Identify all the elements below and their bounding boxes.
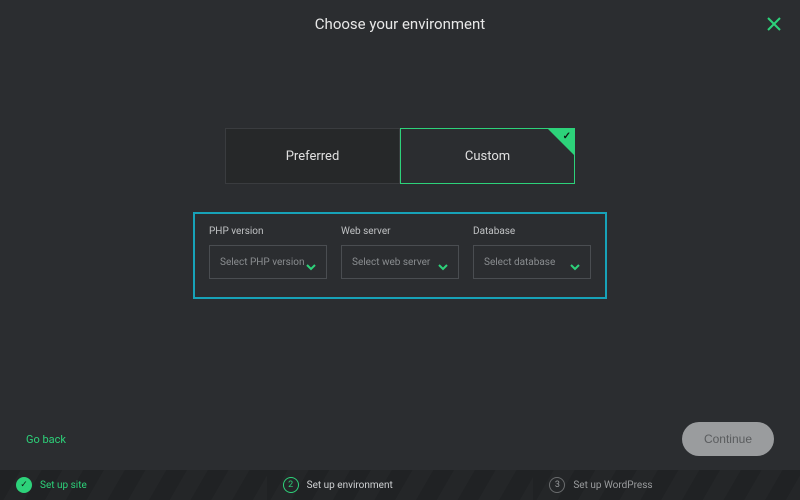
tab-custom[interactable]: Custom ✓ [400,128,575,184]
step-label: Set up site [40,480,87,491]
web-server-column: Web server Select web server [341,226,459,279]
chevron-down-icon [306,257,316,267]
close-icon [766,16,782,32]
web-server-label: Web server [341,226,459,237]
select-placeholder: Select web server [352,257,430,268]
tab-label: Preferred [286,149,340,164]
database-label: Database [473,226,591,237]
main-content: Preferred Custom ✓ PHP version Select PH… [0,48,800,299]
footer-actions: Go back Continue [0,422,800,456]
chevron-down-icon [570,257,580,267]
close-button[interactable] [764,14,784,34]
select-placeholder: Select PHP version [220,257,304,268]
step-setup-site[interactable]: ✓ Set up site [0,470,267,500]
php-version-label: PHP version [209,226,327,237]
step-number-icon: 3 [549,477,565,493]
step-setup-wordpress[interactable]: 3 Set up WordPress [533,470,800,500]
page-title: Choose your environment [315,15,485,33]
php-version-column: PHP version Select PHP version [209,226,327,279]
progress-stepper: ✓ Set up site 2 Set up environment 3 Set… [0,470,800,500]
go-back-link[interactable]: Go back [26,433,66,446]
select-placeholder: Select database [484,257,555,268]
database-column: Database Select database [473,226,591,279]
tab-label: Custom [465,149,510,164]
continue-button[interactable]: Continue [682,422,774,456]
check-icon: ✓ [16,477,32,493]
database-select[interactable]: Select database [473,245,591,279]
chevron-down-icon [438,257,448,267]
environment-tabs: Preferred Custom ✓ [225,128,575,184]
check-icon: ✓ [563,131,571,142]
php-version-select[interactable]: Select PHP version [209,245,327,279]
config-panel: PHP version Select PHP version Web serve… [193,212,607,299]
step-label: Set up WordPress [573,480,652,491]
step-label: Set up environment [307,480,393,491]
web-server-select[interactable]: Select web server [341,245,459,279]
step-number-icon: 2 [283,477,299,493]
tab-preferred[interactable]: Preferred [225,128,400,184]
step-setup-environment[interactable]: 2 Set up environment [267,470,534,500]
titlebar: Choose your environment [0,0,800,48]
